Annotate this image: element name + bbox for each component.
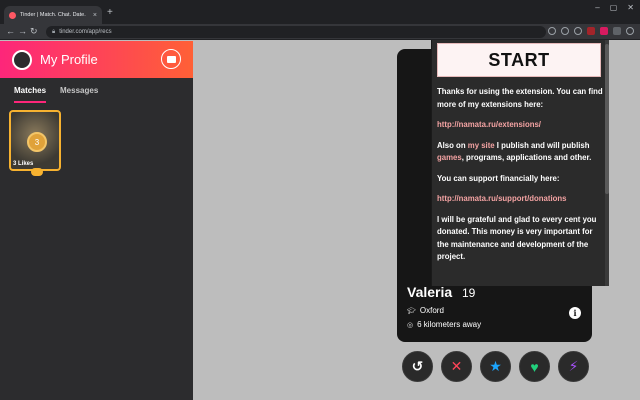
likes-card[interactable]: 3 3 Likes xyxy=(9,110,61,176)
gold-heart-icon xyxy=(31,168,43,176)
tab-matches[interactable]: Matches xyxy=(14,86,47,103)
tinder-favicon-icon xyxy=(9,11,16,19)
action-buttons: ↺ ✕ ★ ♥ ⚡ xyxy=(402,351,589,382)
boost-button[interactable]: ⚡ xyxy=(558,351,589,382)
profile-header[interactable]: My Profile xyxy=(0,41,193,78)
forward-icon[interactable]: → xyxy=(18,26,27,36)
card-location: 🎓︎ Oxford xyxy=(407,306,444,315)
popup-site-text: Also on my site I publish and will publi… xyxy=(437,140,592,163)
sidebar: My Profile Matches Messages 3 3 Likes xyxy=(0,41,193,400)
popup-grateful-text: I will be grateful and glad to every cen… xyxy=(437,214,597,262)
sidebar-tabs: Matches Messages xyxy=(0,78,193,103)
card-age: 19 xyxy=(462,286,476,300)
popup-body: Thanks for using the extension. You can … xyxy=(437,86,603,272)
school-icon: 🎓︎ xyxy=(407,307,416,315)
rewind-button[interactable]: ↺ xyxy=(402,351,433,382)
likes-count-badge: 3 xyxy=(27,132,47,152)
tab-title: Tinder | Match. Chat. Date. xyxy=(20,12,86,18)
extensions-link[interactable]: http://namata.ru/extensions/ xyxy=(437,120,541,129)
popup-scrollbar[interactable] xyxy=(605,40,609,286)
extension-icon[interactable] xyxy=(600,27,608,35)
briefcase-icon[interactable] xyxy=(161,49,181,69)
likes-label: 3 Likes xyxy=(13,161,34,167)
super-like-button[interactable]: ★ xyxy=(480,351,511,382)
extension-popup: START Thanks for using the extension. Yo… xyxy=(431,40,609,286)
close-window-button[interactable]: ✕ xyxy=(627,3,634,12)
maximize-button[interactable]: ▢ xyxy=(610,3,618,12)
like-button[interactable]: ♥ xyxy=(519,351,550,382)
lock-icon: 🔒︎ xyxy=(52,28,56,35)
extension-icon[interactable] xyxy=(548,27,556,35)
browser-tab-bar: Tinder | Match. Chat. Date. × + – ▢ ✕ xyxy=(0,0,640,24)
extension-icon[interactable] xyxy=(574,27,582,35)
avatar[interactable] xyxy=(12,49,32,70)
profile-name[interactable]: My Profile xyxy=(40,52,98,67)
extension-icon[interactable] xyxy=(613,27,621,35)
back-icon[interactable]: ← xyxy=(6,26,15,36)
donations-link[interactable]: http://namata.ru/support/donations xyxy=(437,194,567,203)
extension-icon[interactable] xyxy=(561,27,569,35)
extension-icons xyxy=(548,27,634,35)
location-pin-icon: ◎ xyxy=(407,321,414,329)
start-button[interactable]: START xyxy=(437,43,601,77)
reload-icon[interactable]: ↻ xyxy=(30,26,38,36)
minimize-button[interactable]: – xyxy=(595,3,599,12)
address-bar[interactable]: 🔒︎ tinder.com/app/recs xyxy=(46,26,546,38)
scrollbar-thumb[interactable] xyxy=(605,44,609,194)
browser-toolbar: ← → ↻ 🔒︎ tinder.com/app/recs xyxy=(0,24,640,40)
browser-tab[interactable]: Tinder | Match. Chat. Date. × xyxy=(4,6,102,24)
info-button[interactable]: i xyxy=(569,307,581,319)
card-location-text: Oxford xyxy=(419,306,444,315)
tab-messages[interactable]: Messages xyxy=(60,86,98,103)
my-site-link[interactable]: my site xyxy=(468,141,495,150)
active-extension-icon[interactable] xyxy=(587,27,595,35)
card-name: Valeria xyxy=(407,284,453,300)
card-distance-text: 6 kilometers away xyxy=(417,320,482,329)
window-controls: – ▢ ✕ xyxy=(595,3,634,12)
tab-close-icon[interactable]: × xyxy=(93,12,97,19)
card-distance: ◎ 6 kilometers away xyxy=(407,320,481,329)
nope-button[interactable]: ✕ xyxy=(441,351,472,382)
url-text: tinder.com/app/recs xyxy=(59,29,112,35)
new-tab-button[interactable]: + xyxy=(107,8,113,18)
profile-icon[interactable] xyxy=(626,27,634,35)
popup-thanks-text: Thanks for using the extension. You can … xyxy=(437,87,603,109)
games-link[interactable]: games xyxy=(437,153,462,162)
popup-support-text: You can support financially here: xyxy=(437,173,560,183)
